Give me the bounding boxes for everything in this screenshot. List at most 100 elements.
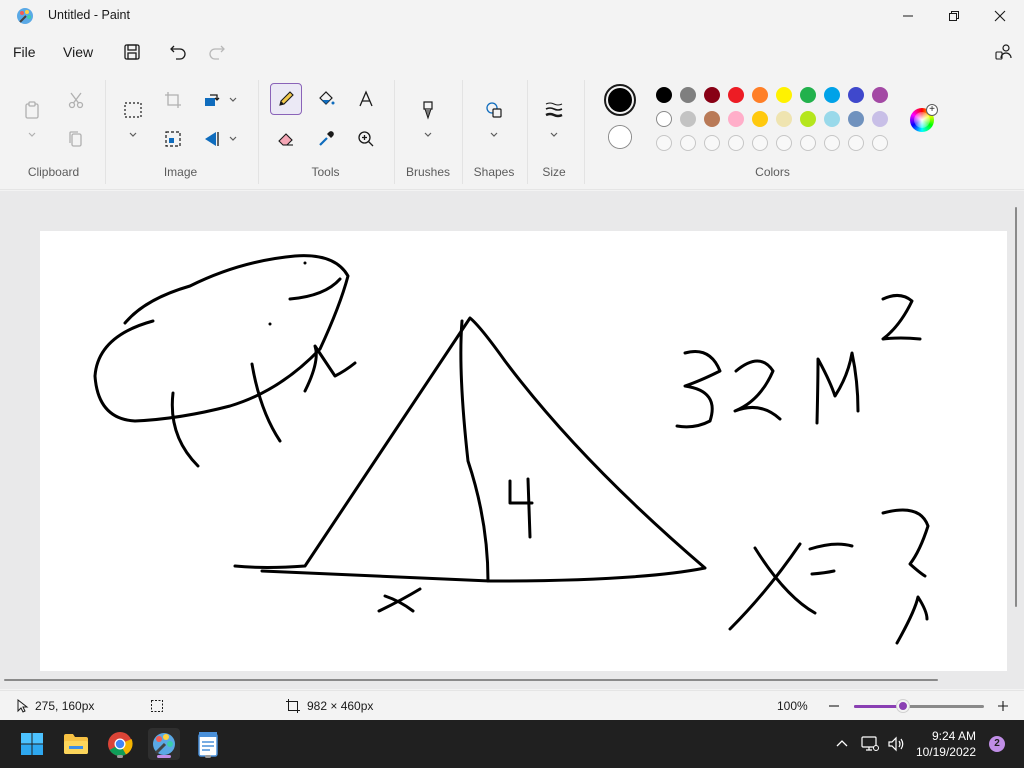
custom-color-slot[interactable] [728,135,744,151]
horizontal-scrollbar[interactable] [4,679,938,681]
text-tool[interactable] [350,83,382,115]
primary-color-selector[interactable] [604,84,636,116]
save-icon[interactable] [122,42,142,62]
network-icon[interactable] [861,736,879,752]
turtle-smile [288,277,342,301]
zoom-out-icon[interactable] [827,699,841,713]
selection-size-icon [151,700,163,712]
taskbar-paint[interactable] [148,728,180,760]
color-swatch[interactable] [728,111,744,127]
eraser-icon [278,133,293,146]
text-icon [359,90,373,107]
custom-color-slot[interactable] [776,135,792,151]
restore-icon [949,11,959,21]
plus-icon: + [926,104,938,116]
custom-color-slot[interactable] [800,135,816,151]
taskbar: 9:24 AM 10/19/2022 2 [0,720,1024,768]
shapes-icon [486,102,502,118]
resize-button[interactable] [157,123,189,155]
eraser-tool[interactable] [270,123,302,155]
zoom-in-icon[interactable] [996,699,1010,713]
custom-color-slot[interactable] [656,135,672,151]
chevron-down-icon[interactable] [228,134,238,144]
dot-mark [549,415,551,417]
zoom-slider-fill [854,705,904,708]
menu-view[interactable]: View [63,44,93,60]
color-swatch[interactable] [800,111,816,127]
custom-color-slot[interactable] [848,135,864,151]
drawing-canvas[interactable] [40,231,1007,671]
shapes-button[interactable] [478,94,510,126]
vertical-scrollbar[interactable] [1015,207,1017,607]
color-swatch[interactable] [752,87,768,103]
flip-icon [205,132,219,146]
chevron-down-icon[interactable] [128,130,138,140]
fill-tool[interactable] [310,83,342,115]
taskbar-notepad[interactable] [192,728,224,760]
size-button[interactable] [538,94,570,126]
zoom-slider[interactable] [854,705,984,708]
color-swatch[interactable] [680,87,696,103]
chevron-down-icon[interactable] [423,130,433,140]
color-swatch[interactable] [680,111,696,127]
custom-color-slot[interactable] [872,135,888,151]
undo-icon[interactable] [168,42,188,62]
taskbar-chrome[interactable] [104,728,136,760]
crop-button[interactable] [157,84,189,116]
account-icon[interactable] [994,42,1014,62]
notification-badge[interactable]: 2 [989,736,1005,752]
pencil-tool[interactable] [270,83,302,115]
paste-button[interactable] [16,94,48,126]
notepad-icon [198,732,218,757]
color-swatch[interactable] [656,87,672,103]
chevron-up-icon[interactable] [836,738,848,750]
system-clock[interactable]: 9:24 AM 10/19/2022 [916,728,976,760]
select-button[interactable] [117,94,149,126]
close-button[interactable] [977,0,1023,32]
chevron-down-icon[interactable] [27,130,37,140]
custom-color-slot[interactable] [704,135,720,151]
flip-button[interactable] [196,123,228,155]
redo-icon[interactable] [207,42,227,62]
rotate-button[interactable] [196,84,228,116]
custom-color-slot[interactable] [752,135,768,151]
color-swatch[interactable] [800,87,816,103]
color-swatch[interactable] [776,87,792,103]
chrome-icon [108,732,133,757]
taskbar-file-explorer[interactable] [60,728,92,760]
color-swatch[interactable] [704,111,720,127]
minimize-button[interactable] [885,0,931,32]
color-picker-tool[interactable] [310,123,342,155]
color-swatch[interactable] [704,87,720,103]
copy-button[interactable] [60,123,92,155]
zoom-slider-thumb[interactable] [897,700,910,712]
color-swatch[interactable] [752,111,768,127]
canvas-workspace [0,191,1024,689]
magnifier-tool[interactable] [350,123,382,155]
window-title: Untitled - Paint [48,8,130,22]
color-swatch[interactable] [848,87,864,103]
chevron-down-icon[interactable] [228,95,238,105]
question-mark [881,508,930,578]
color-swatch[interactable] [776,111,792,127]
custom-color-slot[interactable] [680,135,696,151]
edit-colors-button[interactable]: + [910,104,938,132]
start-button[interactable] [16,728,48,760]
color-swatch[interactable] [872,111,888,127]
volume-icon[interactable] [887,736,905,752]
color-swatch[interactable] [848,111,864,127]
color-swatch[interactable] [824,111,840,127]
restore-button[interactable] [931,0,977,32]
chevron-down-icon[interactable] [489,130,499,140]
cut-button[interactable] [60,84,92,116]
color-swatch[interactable] [656,111,672,127]
secondary-color-selector[interactable] [608,125,632,149]
menu-file[interactable]: File [13,44,36,60]
color-swatch[interactable] [872,87,888,103]
brushes-button[interactable] [412,94,444,126]
color-swatch[interactable] [824,87,840,103]
custom-color-slot[interactable] [824,135,840,151]
pencil-icon [279,91,294,106]
color-swatch[interactable] [728,87,744,103]
chevron-down-icon[interactable] [549,130,559,140]
